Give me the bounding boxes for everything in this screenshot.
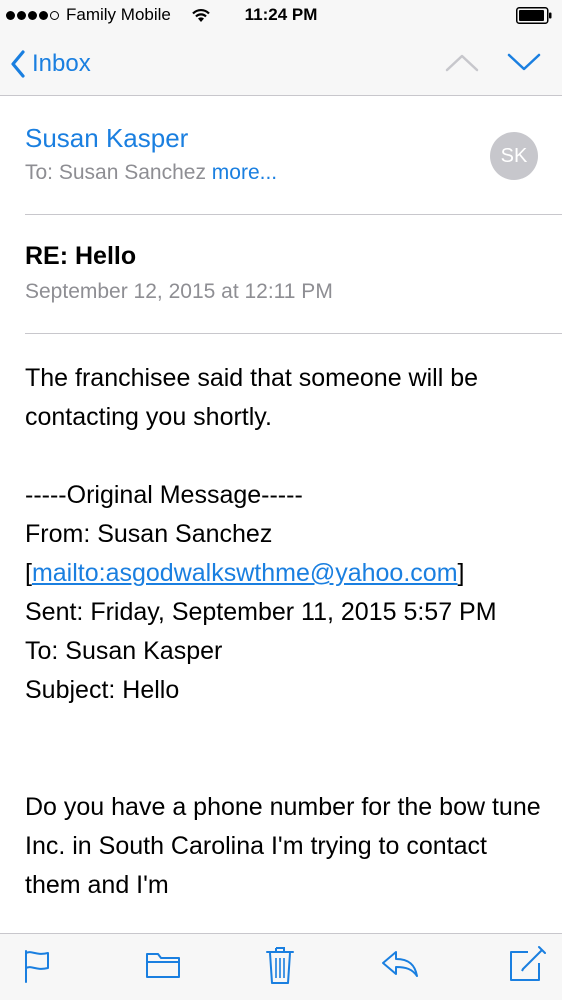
folder-icon[interactable] [145,948,181,980]
original-subject-line: Subject: Hello [25,676,180,704]
sender-name[interactable]: Susan Kasper [25,123,188,154]
reply-icon[interactable] [380,948,420,980]
message-date: September 12, 2015 at 12:11 PM [25,280,333,303]
original-sent-line: Sent: Friday, September 11, 2015 5:57 PM [25,598,497,626]
bracket: [ [25,559,32,587]
navigation-bar: Inbox [0,32,562,96]
message-subject: RE: Hello [25,242,137,270]
chevron-left-icon [11,50,25,78]
compose-icon[interactable] [506,944,546,984]
mailto-line: [mailto:asgodwalkswthme@yahoo.com] [25,554,545,593]
chevron-down-icon[interactable] [506,50,542,74]
flag-icon[interactable] [22,948,52,984]
recipient-text: To: Susan Sanchez [25,161,212,184]
original-message-header: -----Original Message----- [25,481,303,509]
status-time: 11:24 PM [244,5,318,24]
trash-icon[interactable] [265,944,295,986]
bottom-toolbar [0,933,562,1000]
chevron-up-icon[interactable] [444,50,480,74]
divider [25,333,562,334]
intro-paragraph: The franchisee said that someone will be… [25,364,479,431]
recipient-line: To: Susan Sanchez more... [25,161,277,185]
bracket: ] [457,559,465,587]
back-button-label: Inbox [32,50,91,77]
divider [25,214,562,215]
original-from-line: From: Susan Sanchez [25,520,273,548]
message-body: The franchisee said that someone will be… [25,359,545,905]
original-to-line: To: Susan Kasper [25,637,223,665]
status-bar: Family Mobile 11:24 PM [0,0,562,32]
mailto-link[interactable]: mailto:asgodwalkswthme@yahoo.com [32,559,458,587]
avatar[interactable]: SK [490,132,538,180]
more-recipients-link[interactable]: more... [212,161,277,184]
battery-icon [516,7,552,24]
back-to-inbox-button[interactable]: Inbox [10,46,91,82]
question-paragraph: Do you have a phone number for the bow t… [25,793,541,899]
